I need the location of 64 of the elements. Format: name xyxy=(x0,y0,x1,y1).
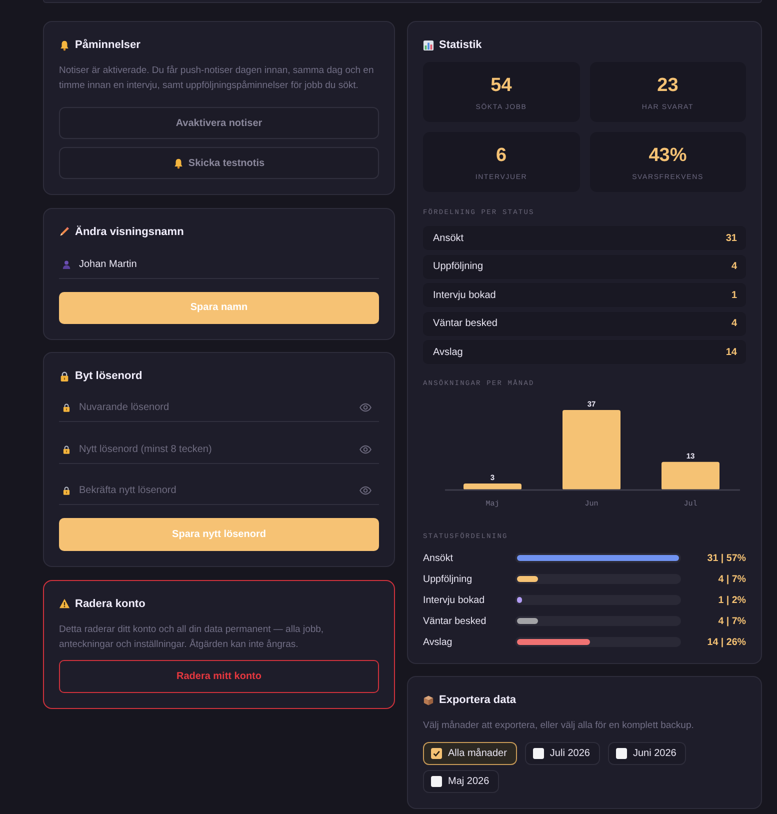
month-option[interactable]: Alla månader xyxy=(423,742,517,764)
status-count: 4 xyxy=(731,261,737,272)
month-option[interactable]: Maj 2026 xyxy=(423,770,500,792)
status-label: Intervju bokad xyxy=(433,290,496,300)
box-icon xyxy=(423,694,434,706)
pencil-icon xyxy=(59,226,70,237)
card-title: Exportera data xyxy=(439,694,516,706)
stat-value: 6 xyxy=(494,145,508,167)
lock-icon xyxy=(62,445,71,454)
status-count: 31 xyxy=(726,232,737,244)
status-reading: 1 | 2% xyxy=(717,594,746,606)
eye-icon[interactable] xyxy=(359,403,372,412)
status-reading: 4 | 7% xyxy=(717,616,746,626)
checkbox[interactable] xyxy=(431,776,442,786)
stat-value: 54 xyxy=(490,75,513,97)
stat-value: 23 xyxy=(656,75,680,97)
warning-icon xyxy=(59,598,70,609)
status-label: Avslag xyxy=(433,346,463,358)
bell-icon xyxy=(59,40,70,50)
status-reading: 4 | 7% xyxy=(717,574,746,584)
card-title: Statistik xyxy=(439,39,482,51)
checkbox[interactable] xyxy=(532,748,544,758)
card-title: Byt lösenord xyxy=(75,370,142,382)
chart-bar xyxy=(662,461,720,490)
deactivate-notifications-button[interactable]: Avaktivera notiser xyxy=(59,107,379,139)
lock-icon xyxy=(59,370,70,382)
status-label: Väntar besked xyxy=(423,616,488,626)
card-title: Påminnelser xyxy=(75,39,140,51)
status-label: Ansökt xyxy=(423,552,454,564)
bell-icon xyxy=(173,158,184,168)
card-description: Notiser är aktiverade. Du får push-notiser dagen innan, samma dag och en timme innan en intervju, samt uppföljningspåminnelser för jobb du sökt. xyxy=(59,64,375,93)
status-reading: 31 | 57% xyxy=(706,552,746,564)
stat-value: 43% xyxy=(648,145,688,167)
password-input[interactable]: Bekräfta nytt lösenord xyxy=(59,477,379,505)
bar-chart-icon xyxy=(423,40,434,50)
checkbox[interactable] xyxy=(431,748,442,758)
month-option[interactable]: Juni 2026 xyxy=(608,742,686,764)
month-option[interactable]: Juli 2026 xyxy=(524,742,600,764)
checkbox[interactable] xyxy=(616,748,627,758)
name-input[interactable]: Johan Martin xyxy=(59,250,379,278)
test-notification-button[interactable]: Skicka testnotis xyxy=(59,147,379,179)
password-input[interactable]: Nuvarande lösenord xyxy=(59,394,379,422)
check-icon xyxy=(432,748,441,758)
lock-icon xyxy=(62,486,71,495)
status-reading: 14 | 26% xyxy=(706,636,746,648)
status-label: Uppföljning xyxy=(423,574,474,584)
status-label: Intervju bokad xyxy=(423,594,486,606)
user-icon xyxy=(62,260,71,268)
status-label: Ansökt xyxy=(433,232,464,244)
status-label: Väntar besked xyxy=(433,318,498,329)
card-description: Detta raderar ditt konto och all din data permanent — alla jobb, anteckningar och inställningar. Åtgärden kan inte ångras. xyxy=(59,622,325,652)
password-input[interactable]: Nytt lösenord (minst 8 tecken) xyxy=(59,436,379,464)
eye-icon[interactable] xyxy=(359,445,372,454)
status-count: 1 xyxy=(731,290,737,300)
card-title: Ändra visningsnamn xyxy=(75,226,184,238)
lock-icon xyxy=(62,403,71,412)
delete-account-button[interactable]: Radera mitt konto xyxy=(59,660,379,692)
status-count: 14 xyxy=(726,346,737,358)
card-title: Radera konto xyxy=(75,598,146,610)
status-count: 4 xyxy=(731,318,737,329)
eye-icon[interactable] xyxy=(359,486,372,495)
card-description: Välj månader att exportera, eller välj alla för en komplett backup. xyxy=(423,719,695,733)
status-label: Avslag xyxy=(423,636,454,648)
status-label: Uppföljning xyxy=(433,261,484,272)
